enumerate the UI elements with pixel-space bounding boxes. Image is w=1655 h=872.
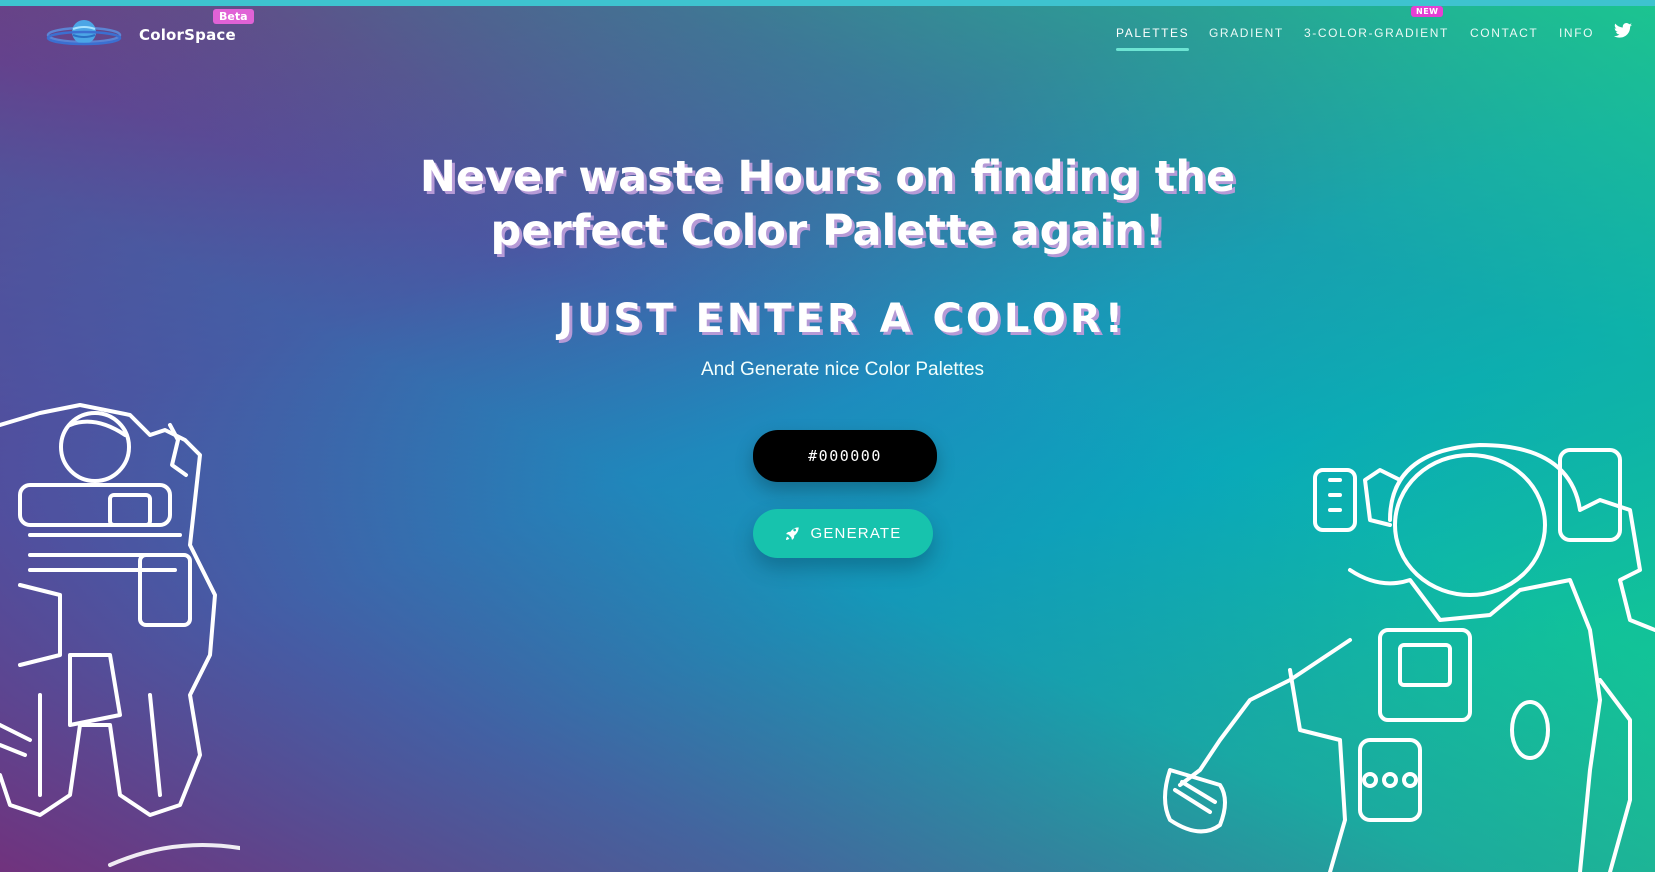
hero-subhead: JUST ENTER A COLOR!: [558, 296, 1127, 342]
top-accent-bar: [0, 0, 1655, 6]
generate-button[interactable]: GENERATE: [753, 509, 933, 558]
astronaut-left-illustration: [0, 403, 240, 867]
nav-palettes[interactable]: PALETTES: [1116, 26, 1190, 51]
planet-logo-icon[interactable]: [46, 18, 122, 52]
nav-info[interactable]: INFO: [1559, 26, 1594, 40]
brand-name[interactable]: ColorSpace: [139, 26, 236, 44]
hero-headline: Never waste Hours on finding the perfect…: [0, 150, 1655, 258]
color-input[interactable]: [753, 430, 937, 482]
nav-gradient[interactable]: GRADIENT: [1209, 26, 1284, 40]
nav-contact[interactable]: CONTACT: [1470, 26, 1538, 40]
twitter-icon[interactable]: [1614, 23, 1632, 38]
hero-tagline: And Generate nice Color Palettes: [700, 359, 985, 380]
new-badge: NEW: [1411, 6, 1444, 17]
generate-label: GENERATE: [810, 525, 902, 542]
nav-3-color-gradient[interactable]: 3-COLOR-GRADIENT: [1304, 26, 1449, 40]
rocket-icon: [786, 526, 800, 540]
beta-badge: Beta: [213, 9, 254, 24]
astronaut-right-illustration: [1163, 443, 1655, 872]
headline-line-1: Never waste Hours on finding the: [419, 152, 1236, 202]
headline-line-2: perfect Color Palette again!: [490, 206, 1165, 256]
